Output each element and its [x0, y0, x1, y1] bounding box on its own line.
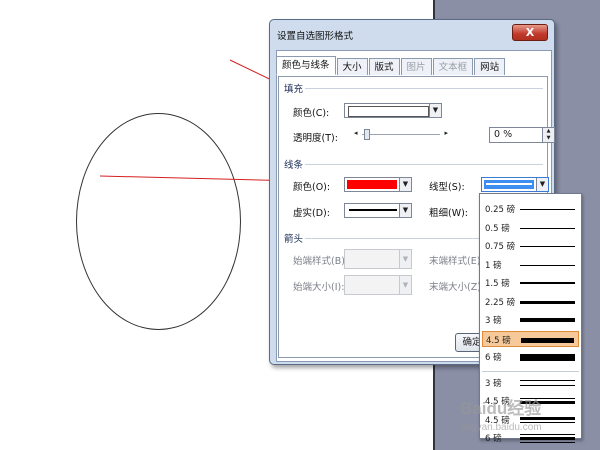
line-weight-option[interactable]: 3 磅 [482, 375, 579, 391]
chevron-down-icon: ▼ [399, 204, 411, 217]
line-weight-option[interactable]: 1.5 磅 [482, 275, 579, 291]
line-weight-preview [520, 354, 575, 361]
line-weight-option[interactable]: 2.25 磅 [482, 294, 579, 310]
line-weight-preview [520, 434, 575, 435]
fill-color-swatch [348, 106, 429, 117]
ellipse-shape[interactable] [76, 113, 241, 330]
line-weight-option[interactable]: 6 磅 [482, 349, 579, 365]
line-weight-preview [520, 300, 575, 304]
fill-divider [305, 88, 543, 89]
dropdown-separator [482, 370, 579, 372]
tab-strip: 颜色与线条 大小 版式 图片 文本框 网站 [276, 56, 506, 76]
line-weight-option[interactable]: 0.5 磅 [482, 220, 579, 236]
dash-preview [349, 209, 397, 211]
watermark-url: jingyan.baidu.com [461, 422, 542, 433]
line-weight-preview [520, 209, 575, 210]
line-weight-preview [520, 264, 575, 266]
fill-color-label: 颜色(C): [293, 108, 330, 119]
line-weight-preview [520, 379, 575, 381]
tab-size[interactable]: 大小 [336, 58, 368, 75]
line-style-label: 线型(S): [429, 182, 465, 193]
chevron-down-icon: ▼ [399, 276, 411, 294]
line-style-preview [484, 180, 534, 189]
line-weight-label: 0.75 磅 [485, 242, 516, 252]
watermark-logo: Baidu经验 [460, 399, 542, 418]
chevron-down-icon: ▼ [429, 104, 441, 117]
slider-thumb[interactable] [364, 129, 370, 140]
tab-web[interactable]: 网站 [474, 58, 506, 75]
line-weight-preview [520, 227, 575, 229]
line-weight-preview [521, 337, 574, 343]
line-weight-label: 1.5 磅 [485, 279, 510, 289]
line-section-label: 线条 [284, 160, 304, 171]
transparency-label: 透明度(T): [293, 133, 338, 144]
chevron-down-icon: ▼ [536, 178, 548, 191]
line-weight-option[interactable]: 3 磅 [482, 312, 579, 328]
begin-size-combo[interactable]: ▼ [344, 275, 412, 295]
close-button[interactable]: X [512, 24, 548, 41]
tab-layout[interactable]: 版式 [368, 58, 400, 75]
line-weight-option[interactable]: 0.75 磅 [482, 238, 579, 254]
line-color-combo[interactable]: ▼ [344, 177, 412, 192]
line-weight-preview [520, 384, 575, 386]
slider-track [362, 134, 440, 135]
line-weight-label: 0.25 磅 [485, 205, 516, 215]
chevron-down-icon: ▼ [399, 250, 411, 268]
dialog-title: 设置自选图形格式 [277, 31, 354, 42]
arrows-section-label: 箭头 [284, 234, 304, 245]
begin-style-label: 始端样式(B): [293, 256, 349, 267]
line-weight-label: 0.5 磅 [485, 223, 510, 234]
line-weight-label: 3 磅 [485, 316, 502, 326]
line-weight-label: 6 磅 [485, 353, 502, 363]
tab-colors-lines[interactable]: 颜色与线条 [276, 56, 336, 75]
line-weight-option[interactable]: 4.5 磅 [482, 330, 579, 347]
slider-right-icon[interactable]: ▸ [444, 129, 448, 137]
line-weight-label: 1 磅 [485, 260, 502, 271]
end-size-label: 末端大小(Z): [429, 282, 485, 293]
transparency-slider[interactable]: ◂ ▸ [354, 129, 448, 140]
line-weight-preview [520, 246, 575, 247]
transparency-value: 0 % [494, 129, 513, 140]
fill-section-label: 填充 [284, 84, 304, 95]
line-weight-option[interactable]: 1 磅 [482, 257, 579, 273]
dash-label: 虚实(D): [293, 208, 330, 219]
weight-label: 粗细(W): [429, 208, 469, 219]
tab-textbox[interactable]: 文本框 [432, 58, 474, 75]
line-weight-label: 6 磅 [485, 434, 502, 444]
spin-arrows-icon[interactable]: ▲ ▼ [542, 128, 554, 142]
line-divider [305, 164, 543, 165]
line-weight-preview [520, 442, 575, 443]
end-style-label: 末端样式(E): [429, 256, 484, 267]
fill-color-combo[interactable]: ▼ [344, 103, 442, 118]
transparency-spinbox[interactable]: 0 % ▲ ▼ [489, 127, 555, 143]
slider-left-icon[interactable]: ◂ [354, 129, 358, 137]
line-style-combo[interactable]: ▼ [481, 177, 549, 192]
dash-combo[interactable]: ▼ [344, 203, 412, 218]
line-weight-label: 3 磅 [485, 378, 502, 389]
begin-size-label: 始端大小(I): [293, 282, 345, 293]
line-weight-preview [520, 318, 575, 322]
line-weight-option[interactable]: 0.25 磅 [482, 201, 579, 217]
line-color-label: 颜色(O): [293, 182, 331, 193]
tab-picture[interactable]: 图片 [400, 58, 432, 75]
line-color-swatch [347, 180, 397, 189]
line-weight-label: 2.25 磅 [485, 297, 516, 308]
line-weight-preview [520, 282, 575, 284]
line-weight-preview [520, 437, 575, 440]
dialog-titlebar[interactable]: 设置自选图形格式 X [270, 20, 554, 48]
line-weight-label: 4.5 磅 [486, 335, 511, 346]
chevron-down-icon: ▼ [399, 178, 411, 191]
begin-style-combo[interactable]: ▼ [344, 249, 412, 269]
